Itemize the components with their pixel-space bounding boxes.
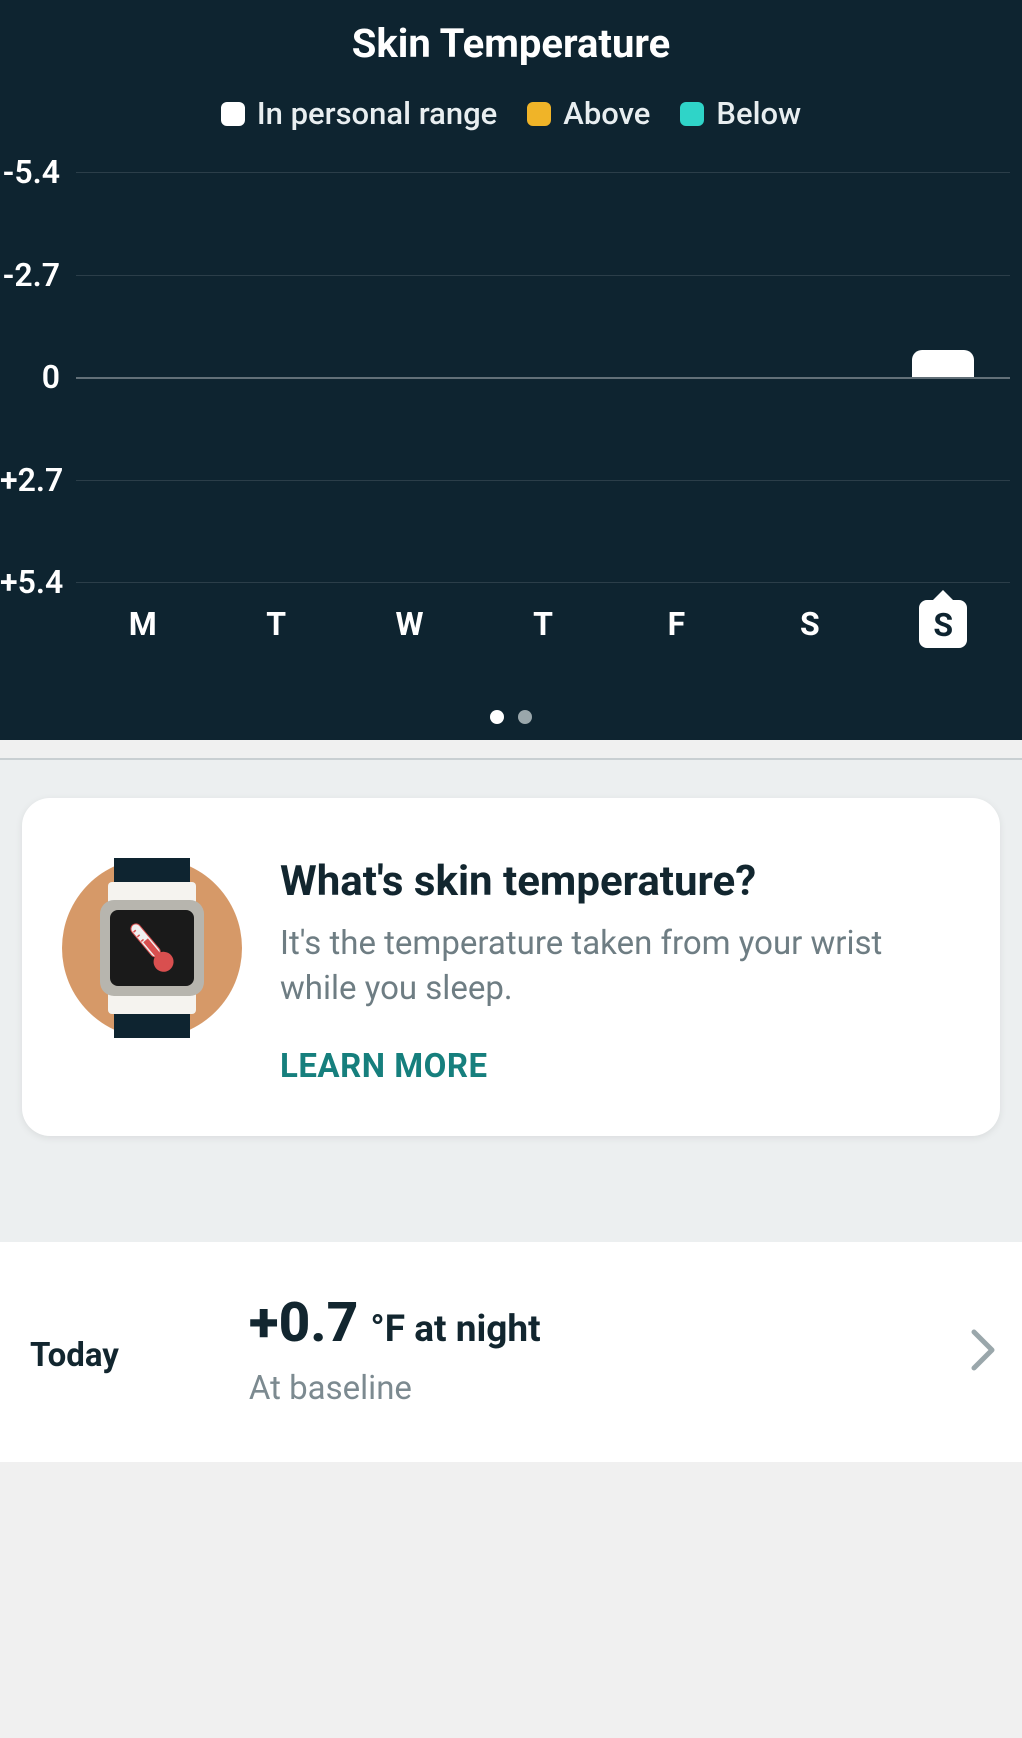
y-axis-label: -2.7 [0, 256, 70, 294]
y-axis-label: +2.7 [0, 461, 70, 499]
info-card: What's skin temperature? It's the temper… [22, 798, 1000, 1136]
pager-dot[interactable] [518, 710, 532, 724]
legend-item-in-range: In personal range [221, 95, 497, 132]
bar-column[interactable] [343, 172, 476, 582]
today-unit: °F at night [370, 1308, 540, 1351]
chart-plot-area[interactable]: +5.4+2.70-2.7-5.4 [0, 172, 1022, 582]
bar [912, 350, 974, 377]
x-axis-cell[interactable]: S [877, 600, 1010, 648]
chart-panel: Skin Temperature In personal range Above… [0, 0, 1022, 740]
x-axis-cell[interactable]: M [76, 600, 209, 648]
x-axis-label: T [266, 605, 286, 643]
legend-swatch-in-range [221, 102, 245, 126]
chart-legend: In personal range Above Below [0, 95, 1022, 132]
pager[interactable] [0, 710, 1022, 724]
info-section: What's skin temperature? It's the temper… [0, 760, 1022, 1242]
bar-column[interactable] [76, 172, 209, 582]
x-axis-cell[interactable]: T [209, 600, 342, 648]
x-axis-label: W [396, 605, 424, 643]
legend-item-above: Above [527, 95, 650, 132]
pager-dot[interactable] [490, 710, 504, 724]
info-card-title: What's skin temperature? [280, 858, 960, 906]
x-axis-label: M [129, 605, 157, 643]
today-value: +0.7 [249, 1291, 358, 1355]
x-axis-cell[interactable]: T [476, 600, 609, 648]
x-axis-cell[interactable]: S [743, 600, 876, 648]
today-label: Today [30, 1336, 119, 1375]
legend-item-below: Below [680, 95, 801, 132]
y-axis-label: -5.4 [0, 153, 70, 191]
legend-label-below: Below [716, 95, 801, 132]
bar-column[interactable] [476, 172, 609, 582]
x-axis-cell[interactable]: F [610, 600, 743, 648]
bar-column[interactable] [743, 172, 876, 582]
chevron-right-icon [970, 1328, 998, 1376]
x-axis-cell[interactable]: W [343, 600, 476, 648]
bar-column[interactable] [877, 172, 1010, 582]
legend-label-above: Above [563, 95, 650, 132]
skin-temp-watch-icon [62, 858, 242, 1038]
x-axis-label: S [800, 605, 820, 643]
bar-column[interactable] [610, 172, 743, 582]
legend-swatch-above [527, 102, 551, 126]
y-axis-label: +5.4 [0, 563, 70, 601]
today-subtext: At baseline [249, 1369, 992, 1408]
x-axis-label-selected: S [919, 600, 967, 648]
learn-more-link[interactable]: LEARN MORE [280, 1047, 960, 1086]
legend-label-in-range: In personal range [257, 95, 497, 132]
y-axis-label: 0 [0, 358, 70, 396]
info-card-description: It's the temperature taken from your wri… [280, 922, 960, 1011]
x-axis-label: F [668, 605, 686, 643]
today-row[interactable]: Today +0.7 °F at night At baseline [0, 1242, 1022, 1462]
legend-swatch-below [680, 102, 704, 126]
chart-xaxis: MTWTFSS [76, 600, 1010, 648]
bar-column[interactable] [209, 172, 342, 582]
gridline [76, 582, 1010, 583]
chart-title: Skin Temperature [0, 20, 1022, 67]
x-axis-label: T [533, 605, 553, 643]
